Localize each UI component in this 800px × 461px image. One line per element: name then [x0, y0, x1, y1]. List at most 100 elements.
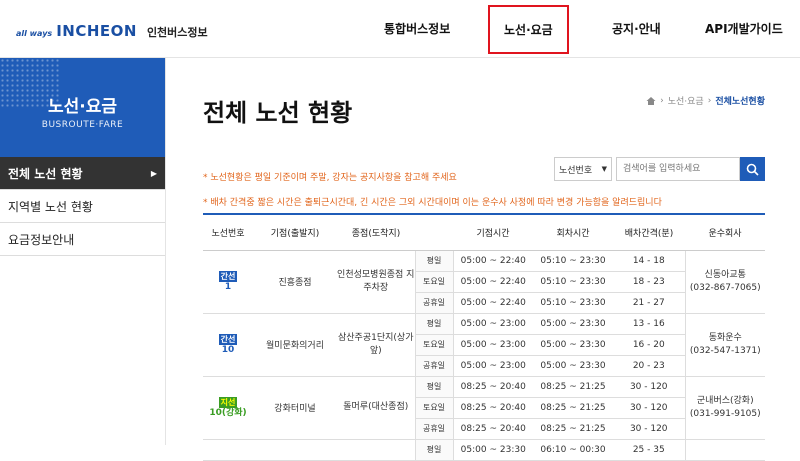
- start-time: 05:00 ~ 23:00: [453, 355, 533, 377]
- interval: 20 - 23: [613, 355, 685, 377]
- route-type-badge: 간선: [218, 333, 238, 345]
- column-header: 기점시간: [453, 215, 533, 251]
- column-header: 종점(도착지): [337, 215, 415, 251]
- nav-integrated-bus-info[interactable]: 통합버스정보: [384, 0, 450, 56]
- search-button[interactable]: [740, 157, 765, 181]
- day-type: 평일: [414, 439, 454, 461]
- table-header-row: 노선번호 기점(출발지) 종점(도착지) 기점시간 회차시간 배차간격(분) 운…: [203, 215, 765, 251]
- column-header: [415, 215, 453, 251]
- column-header: 배차간격(분): [613, 215, 685, 251]
- select-value: 노선번호: [559, 165, 593, 176]
- page-title: 전체 노선 현황: [203, 99, 353, 127]
- start-time: 05:00 ~ 22:40: [453, 271, 533, 293]
- turn-time: 05:10 ~ 23:30: [533, 292, 613, 314]
- company-cell: 군내버스(강화) (031-991-9105): [684, 376, 765, 440]
- nav-api-guide[interactable]: API개발가이드: [705, 0, 783, 56]
- sidebar-item-all-routes[interactable]: 전체 노선 현황 ▶: [0, 157, 165, 190]
- route-table: 노선번호 기점(출발지) 종점(도착지) 기점시간 회차시간 배차간격(분) 운…: [203, 213, 765, 461]
- table-row: 지선 10(강화) 강화터미널 돌머루(대산종점) 평일 08:25 ~ 20:…: [203, 376, 765, 440]
- day-type: 토요일: [414, 334, 454, 356]
- interval: 13 - 16: [613, 313, 685, 335]
- destination-cell: 돌머루(대산종점): [337, 376, 415, 440]
- route-number: 10: [221, 344, 235, 355]
- interval: 21 - 27: [613, 292, 685, 314]
- breadcrumb: › 노선·요금 › 전체노선현황: [646, 94, 765, 107]
- interval: 30 - 120: [613, 397, 685, 419]
- top-header: all ways INCHEON 인천버스정보 통합버스정보 노선·요금 공지·…: [0, 0, 800, 58]
- column-header: 운수회사: [685, 215, 765, 251]
- day-type: 평일: [414, 376, 454, 398]
- start-time: 05:00 ~ 22:40: [453, 250, 533, 272]
- company-cell: 신동아교통 (032-867-7065): [684, 250, 765, 314]
- sidebar: 노선·요금 BUSROUTE·FARE 전체 노선 현황 ▶ 지역별 노선 현황…: [0, 58, 166, 445]
- sidebar-item-regional-routes[interactable]: 지역별 노선 현황: [0, 190, 165, 223]
- turn-time: 05:00 ~ 23:30: [533, 355, 613, 377]
- search-input[interactable]: [616, 157, 740, 181]
- route-number: 10(강화): [209, 407, 247, 418]
- day-type: 평일: [414, 250, 454, 272]
- interval: 25 - 35: [613, 439, 685, 461]
- start-time: 05:00 ~ 23:00: [453, 313, 533, 335]
- notice-text: * 배차 간격중 짧은 시간은 출퇴근시간대, 긴 시간은 그외 시간대이며 이…: [203, 198, 662, 208]
- home-icon[interactable]: [646, 96, 656, 106]
- chevron-right-icon: ▶: [150, 168, 157, 178]
- turn-time: 05:00 ~ 23:30: [533, 334, 613, 356]
- table-row: 간선 10 월미문화의거리 삼산주공1단지(상가앞) 평일 05:00 ~ 23…: [203, 313, 765, 377]
- turn-time: 08:25 ~ 21:25: [533, 397, 613, 419]
- route-number-cell: [203, 439, 253, 461]
- route-type-badge: 간선: [218, 270, 238, 282]
- nav-route-fare[interactable]: 노선·요금: [488, 5, 569, 54]
- company-phone: (032-867-7065): [689, 282, 761, 293]
- interval: 14 - 18: [613, 250, 685, 272]
- column-header: 기점(출발지): [253, 215, 337, 251]
- column-header: 노선번호: [203, 215, 253, 251]
- interval: 16 - 20: [613, 334, 685, 356]
- logo-brand: INCHEON: [56, 22, 137, 40]
- day-type: 공휴일: [414, 418, 454, 440]
- sidebar-item-label: 전체 노선 현황: [8, 166, 83, 181]
- origin-cell: 강화터미널: [253, 376, 337, 440]
- notice-text: * 노선현황은 평일 기준이며 주말, 강자는 공지사항을 참고해 주세요: [203, 173, 457, 183]
- column-header: 회차시간: [533, 215, 613, 251]
- table-row: 평일 05:00 ~ 23:30 06:10 ~ 00:30 25 - 35: [203, 439, 765, 461]
- interval: 30 - 120: [613, 418, 685, 440]
- site-name: 인천버스정보: [146, 26, 208, 39]
- site-logo[interactable]: all ways INCHEON 인천버스정보: [16, 22, 208, 40]
- sidebar-item-label: 요금정보안내: [8, 232, 75, 247]
- start-time: 05:00 ~ 22:40: [453, 292, 533, 314]
- destination-cell: 삼산주공1단지(상가앞): [337, 313, 415, 377]
- origin-cell: 진흥종점: [253, 250, 337, 314]
- start-time: 08:25 ~ 20:40: [453, 418, 533, 440]
- interval: 18 - 23: [613, 271, 685, 293]
- day-type: 공휴일: [414, 292, 454, 314]
- turn-time: 08:25 ~ 21:25: [533, 418, 613, 440]
- route-type-badge: 지선: [218, 396, 238, 408]
- search-type-select[interactable]: 노선번호 ▼: [554, 157, 612, 181]
- sidebar-title: 노선·요금: [47, 97, 118, 117]
- search-icon: [746, 163, 759, 176]
- sidebar-item-fare-info[interactable]: 요금정보안내: [0, 223, 165, 256]
- turn-time: 05:00 ~ 23:30: [533, 313, 613, 335]
- turn-time: 06:10 ~ 00:30: [533, 439, 613, 461]
- breadcrumb-current: 전체노선현황: [715, 97, 765, 107]
- route-number-cell[interactable]: 지선 10(강화): [203, 376, 253, 440]
- origin-cell: [253, 439, 337, 461]
- day-type: 공휴일: [414, 355, 454, 377]
- company-phone: (032-547-1371): [689, 345, 761, 356]
- start-time: 05:00 ~ 23:00: [453, 334, 533, 356]
- route-number-cell[interactable]: 간선 10: [203, 313, 253, 377]
- destination-cell: 인천성모병원종점 지주차장: [337, 250, 415, 314]
- sidebar-subtitle: BUSROUTE·FARE: [41, 120, 124, 130]
- sidebar-item-label: 지역별 노선 현황: [8, 199, 93, 214]
- chevron-right-icon: ›: [707, 95, 712, 106]
- logo-tag: all ways: [16, 29, 53, 38]
- route-number-cell[interactable]: 간선 1: [203, 250, 253, 314]
- breadcrumb-parent[interactable]: 노선·요금: [668, 94, 704, 107]
- nav-notice[interactable]: 공지·안내: [612, 0, 661, 56]
- start-time: 05:00 ~ 23:30: [453, 439, 533, 461]
- start-time: 08:25 ~ 20:40: [453, 397, 533, 419]
- company-name: 군내버스(강화): [696, 395, 754, 406]
- chevron-right-icon: ›: [660, 95, 664, 106]
- table-row: 간선 1 진흥종점 인천성모병원종점 지주차장 평일 05:00 ~ 22:40…: [203, 250, 765, 314]
- company-phone: (031-991-9105): [689, 408, 761, 419]
